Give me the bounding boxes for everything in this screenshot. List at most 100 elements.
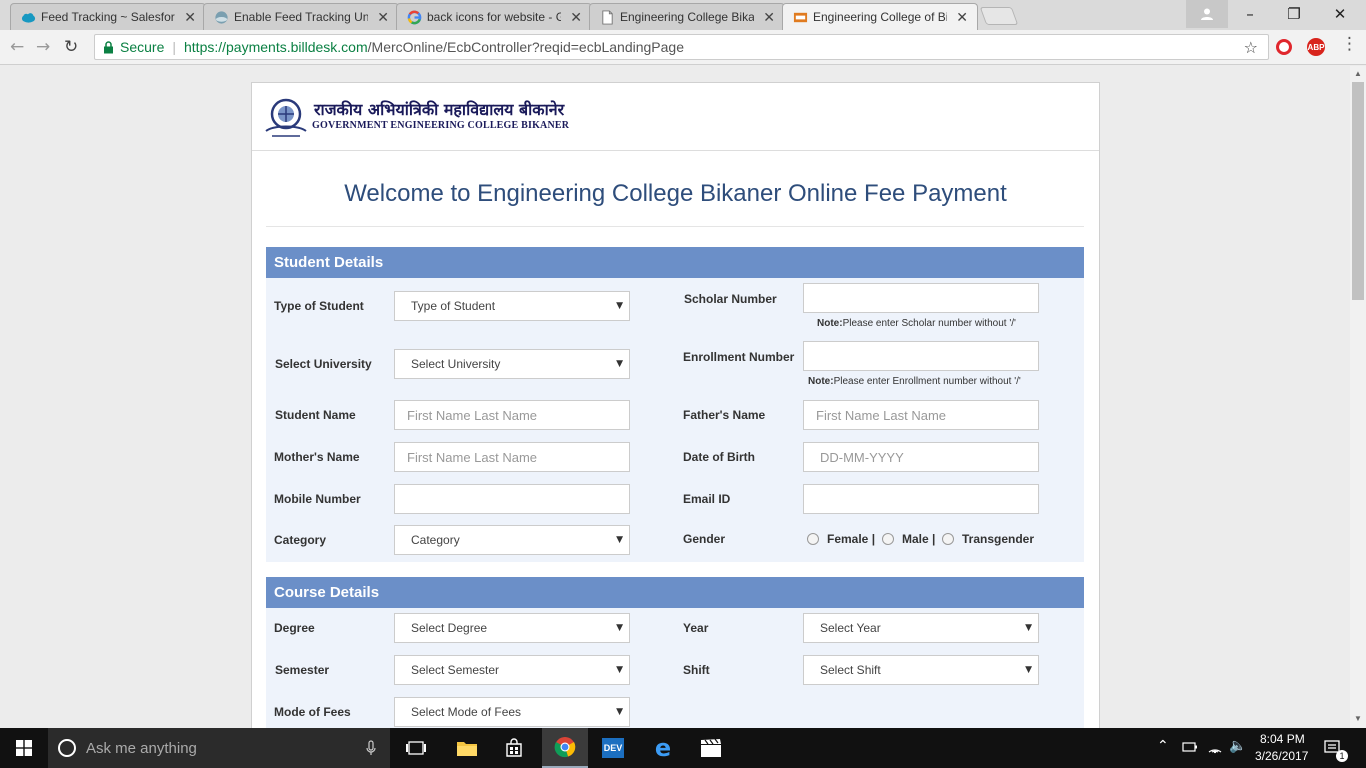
minimize-window-icon[interactable]: – (1228, 0, 1272, 28)
close-window-icon[interactable]: ✕ (1318, 0, 1362, 28)
scholar-number-note: Note:Please enter Scholar number without… (817, 318, 1016, 329)
opera-extension-icon[interactable] (1276, 39, 1292, 55)
adblock-plus-extension-icon[interactable]: ABP (1307, 38, 1325, 56)
scrollbar-thumb[interactable] (1352, 82, 1364, 300)
windows-start-icon[interactable] (0, 728, 48, 768)
back-arrow-icon[interactable]: ← (10, 37, 24, 57)
shift-label: Shift (683, 663, 710, 677)
tab-close-icon[interactable]: ✕ (763, 9, 775, 26)
secure-label: Secure (120, 39, 165, 55)
section-heading: Student Details (266, 247, 1084, 278)
mobile-number-label: Mobile Number (274, 492, 361, 506)
mode-of-fees-label: Mode of Fees (274, 705, 351, 719)
notification-count-badge: 1 (1336, 750, 1348, 762)
mobile-number-input[interactable] (394, 484, 630, 514)
select-value: Select Mode of Fees (411, 705, 522, 719)
abp-label: ABP (1307, 42, 1325, 52)
scroll-up-arrow-icon[interactable]: ▲ (1354, 69, 1362, 78)
clock-date[interactable]: 3/26/2017 (1255, 749, 1308, 763)
select-university-label: Select University (275, 357, 372, 371)
college-name-hindi: राजकीय अभियांत्रिकी महाविद्यालय बीकानेर (314, 100, 565, 119)
student-name-input[interactable] (394, 400, 630, 430)
cortana-search-box[interactable]: Ask me anything (48, 728, 390, 768)
wifi-icon[interactable] (1207, 740, 1223, 754)
dev-app-icon[interactable]: DEV (592, 728, 634, 768)
shift-select[interactable]: Select Shift ▼ (803, 655, 1039, 685)
dropdown-arrow-icon: ▼ (616, 707, 623, 717)
cortana-icon (58, 739, 76, 757)
windows-store-icon[interactable] (493, 728, 535, 768)
chrome-taskbar-icon[interactable] (542, 728, 588, 768)
file-explorer-icon[interactable] (446, 728, 488, 768)
clock-time[interactable]: 8:04 PM (1260, 732, 1305, 746)
section-heading: Course Details (266, 577, 1084, 608)
dropdown-arrow-icon: ▼ (1025, 665, 1032, 675)
gender-female-radio[interactable] (807, 533, 819, 545)
mode-of-fees-select[interactable]: Select Mode of Fees ▼ (394, 697, 630, 727)
category-select[interactable]: Category ▼ (394, 525, 630, 555)
student-name-label: Student Name (275, 408, 356, 422)
type-of-student-select[interactable]: Type of Student ▼ (394, 291, 630, 321)
reload-icon[interactable]: ↻ (64, 37, 78, 57)
tab-back-icons[interactable]: back icons for website - G ✕ (396, 3, 592, 30)
page-scrollbar[interactable]: ▲ ▼ (1350, 66, 1366, 728)
degree-select[interactable]: Select Degree ▼ (394, 613, 630, 643)
user-profile-icon[interactable] (1186, 0, 1228, 28)
year-select[interactable]: Select Year ▼ (803, 613, 1039, 643)
task-view-icon[interactable] (395, 728, 437, 768)
enrollment-number-label: Enrollment Number (683, 350, 795, 364)
restore-window-icon[interactable]: ❐ (1272, 0, 1316, 28)
address-separator: | (172, 39, 176, 55)
select-value: Select Degree (411, 621, 488, 635)
new-tab-button[interactable] (979, 7, 1019, 25)
note-prefix: Note: (808, 376, 834, 387)
semester-select[interactable]: Select Semester ▼ (394, 655, 630, 685)
tab-feed-tracking[interactable]: Feed Tracking ~ Salesforce ✕ (10, 3, 206, 30)
forward-arrow-icon[interactable]: → (36, 37, 50, 57)
browser-toolbar: ← → ↻ Secure | https://payments.billdesk… (0, 30, 1366, 65)
document-icon (602, 10, 613, 25)
show-hidden-icons-chevron-icon[interactable]: ⌃ (1157, 738, 1169, 754)
tab-close-icon[interactable]: ✕ (184, 9, 196, 26)
gender-male-label: Male | (902, 532, 936, 546)
select-university-select[interactable]: Select University ▼ (394, 349, 630, 379)
scholar-number-input[interactable] (803, 283, 1039, 313)
note-text: Please enter Scholar number without '/' (842, 318, 1016, 329)
chrome-menu-icon[interactable]: ⋮ (1341, 34, 1358, 54)
college-name-english: GOVERNMENT ENGINEERING COLLEGE BIKANER (312, 120, 570, 131)
enrollment-number-input[interactable] (803, 341, 1039, 371)
volume-icon[interactable]: 🔈 (1229, 738, 1246, 754)
type-of-student-label: Type of Student (274, 299, 364, 313)
gender-transgender-radio[interactable] (942, 533, 954, 545)
gender-male-radio[interactable] (882, 533, 894, 545)
date-of-birth-input[interactable] (803, 442, 1039, 472)
page-title: Welcome to Engineering College Bikaner O… (344, 180, 1007, 207)
degree-label: Degree (274, 621, 315, 635)
note-prefix: Note: (817, 318, 843, 329)
email-id-input[interactable] (803, 484, 1039, 514)
note-text: Please enter Enrollment number without '… (833, 376, 1021, 387)
dropdown-arrow-icon: ▼ (616, 665, 623, 675)
mothers-name-input[interactable] (394, 442, 630, 472)
salesforce-cloud-icon (21, 13, 36, 23)
tab-engineering-college-bikaner[interactable]: Engineering College Bikan ✕ (589, 3, 785, 30)
scroll-down-arrow-icon[interactable]: ▼ (1354, 714, 1362, 723)
page-viewport: राजकीय अभियांत्रिकी महाविद्यालय बीकानेर … (0, 66, 1350, 728)
tab-close-icon[interactable]: ✕ (570, 9, 582, 26)
microphone-icon[interactable] (366, 740, 376, 756)
tab-close-icon[interactable]: ✕ (377, 9, 389, 26)
email-id-label: Email ID (683, 492, 731, 506)
tab-enable-feed-tracking[interactable]: Enable Feed Tracking Un ✕ (203, 3, 399, 30)
select-value: Select Shift (820, 663, 881, 677)
tab-engineering-college-of-bikaner-active[interactable]: Engineering College of Bi ✕ (782, 3, 978, 30)
clapper-app-icon[interactable] (690, 728, 732, 768)
edge-browser-icon[interactable]: e (642, 728, 684, 768)
tab-close-icon[interactable]: ✕ (956, 9, 968, 26)
battery-icon[interactable] (1182, 741, 1198, 753)
browser-tab-strip: Feed Tracking ~ Salesforce ✕ Enable Feed… (0, 0, 1366, 30)
bookmark-star-icon[interactable]: ☆ (1244, 38, 1258, 57)
fathers-name-input[interactable] (803, 400, 1039, 430)
url-path: /MercOnline/EcbController?reqid=ecbLandi… (367, 39, 685, 55)
semester-label: Semester (275, 663, 330, 677)
address-bar[interactable]: Secure | https://payments.billdesk.com /… (94, 34, 1269, 60)
